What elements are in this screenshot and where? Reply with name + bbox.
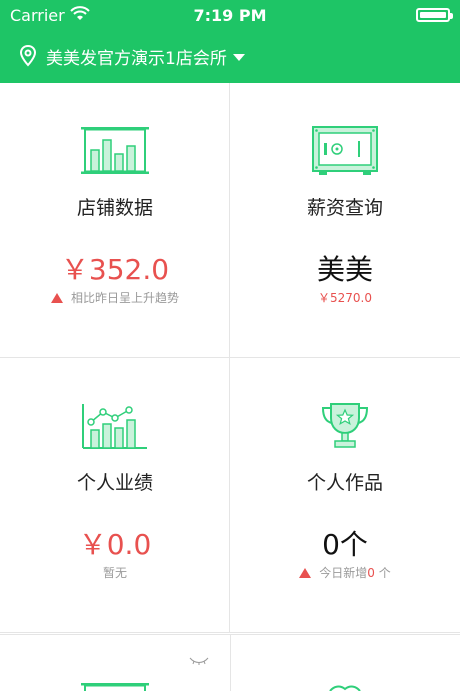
dashboard-grid: 店铺数据 ￥352.0 相比昨日呈上升趋势 薪资查询 美美 ￥5270.0 (0, 83, 460, 690)
location-pin-icon (18, 44, 38, 68)
card-personal-performance[interactable]: 个人业绩 ￥0.0 暂无 (0, 358, 230, 633)
bar-chart-board-icon (75, 123, 155, 179)
line-bar-chart-icon (75, 398, 155, 454)
card-title: 个人业绩 (0, 468, 230, 495)
trend-note: 相比昨日呈上升趋势 (0, 289, 230, 306)
card-store-data[interactable]: 店铺数据 ￥352.0 相比昨日呈上升趋势 (0, 83, 230, 358)
bottom-card-row (0, 634, 460, 691)
card-title: 个人作品 (230, 468, 460, 495)
card-title: 薪资查询 (230, 193, 460, 220)
battery-icon (416, 8, 450, 22)
card-salary-query[interactable]: 薪资查询 美美 ￥5270.0 (230, 83, 460, 358)
trophy-icon (305, 398, 385, 454)
store-revenue-value: ￥352.0 (0, 248, 230, 288)
divider (230, 635, 231, 691)
works-count-value: 0个 (230, 523, 460, 563)
salary-name-value: 美美 (230, 248, 460, 288)
clock: 7:19 PM (0, 6, 460, 25)
performance-note: 暂无 (0, 564, 230, 581)
header: Carrier 7:19 PM 美美发官方演示1店会所 (0, 0, 460, 83)
works-today-prefix: 今日新增 (319, 564, 367, 581)
performance-value: ￥0.0 (0, 523, 230, 563)
works-today-count: 0 (367, 566, 375, 580)
trend-up-icon (51, 293, 63, 303)
trend-text: 相比昨日呈上升趋势 (71, 289, 179, 306)
safe-icon (305, 123, 385, 179)
card-title: 店铺数据 (0, 193, 230, 220)
location-selector[interactable]: 美美发官方演示1店会所 (18, 42, 245, 70)
card-personal-works[interactable]: 个人作品 0个 今日新增 0 个 (230, 358, 460, 633)
sparkle-icon (188, 655, 210, 665)
chevron-down-icon (233, 54, 245, 61)
status-bar: Carrier 7:19 PM (0, 0, 460, 30)
works-today-note: 今日新增 0 个 (230, 564, 460, 581)
works-today-suffix: 个 (375, 564, 391, 581)
trend-up-icon (299, 568, 311, 578)
location-label: 美美发官方演示1店会所 (46, 44, 227, 69)
salary-amount: ￥5270.0 (230, 289, 460, 306)
